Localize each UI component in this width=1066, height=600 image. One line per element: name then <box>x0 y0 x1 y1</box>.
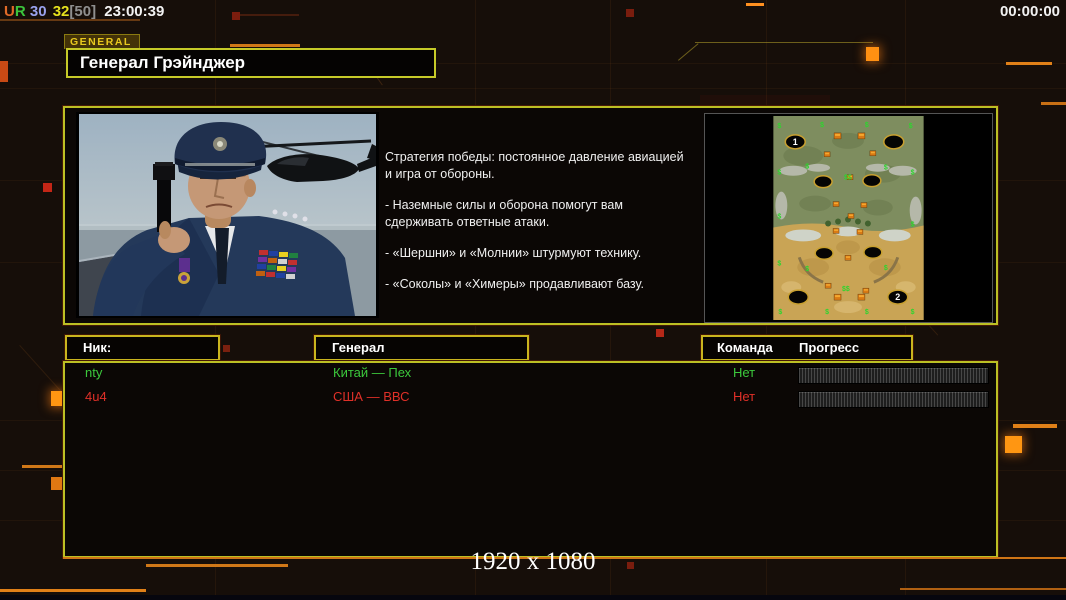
connection-status-readout: UR 30 32[50] 23:00:39 <box>4 3 164 20</box>
svg-text:$: $ <box>777 123 781 130</box>
circuit-dash <box>0 589 146 592</box>
circuit-square <box>1005 436 1022 453</box>
svg-text:$$: $$ <box>842 286 850 293</box>
circuit-square <box>43 183 52 192</box>
general-portrait-frame <box>76 112 379 318</box>
strategy-paragraph: - «Соколы» и «Химеры» продавливают базу. <box>385 277 644 291</box>
player-nick: 4u4 <box>85 389 107 404</box>
circuit-dash <box>233 14 299 16</box>
circuit-square <box>626 9 634 17</box>
general-portrait-image <box>79 114 376 316</box>
circuit-dash <box>900 588 1066 590</box>
strategy-description: Стратегия победы: постоянное давление ав… <box>385 149 703 307</box>
bottom-strip <box>0 595 1066 600</box>
status-token: 30 <box>29 3 47 20</box>
circuit-square <box>656 329 664 337</box>
svg-text:$: $ <box>778 309 782 316</box>
svg-text:$$: $$ <box>844 175 852 182</box>
player-team: Нет <box>733 365 756 380</box>
circuit-square <box>232 12 240 20</box>
header-general: Генерал <box>314 335 529 361</box>
circuit-square <box>0 61 8 82</box>
circuit-square <box>223 345 230 352</box>
header-nick: Ник: <box>65 335 220 361</box>
map-preview-frame: $ $ $ $ $ $ $ $ $$ $ $ $ $ $ $$ $ $ $ $ 1 2 <box>704 113 993 323</box>
header-team-progress: Команда Прогресс <box>701 335 913 361</box>
resolution-label: 1920 x 1080 <box>470 548 596 575</box>
svg-text:$: $ <box>777 170 781 177</box>
svg-text:$: $ <box>805 164 809 171</box>
svg-text:$: $ <box>865 309 869 316</box>
circuit-square <box>866 47 879 61</box>
status-token: U <box>4 3 15 20</box>
player-progress-bar <box>798 367 989 384</box>
general-name: Генерал Грэйнджер <box>80 53 246 72</box>
svg-text:$: $ <box>884 165 888 172</box>
map-preview: $ $ $ $ $ $$ $ $$ $$ $ $$ $$ $ $ $ $ 1 2 <box>773 116 924 320</box>
header-nick-label: Ник: <box>83 340 112 355</box>
circuit-dash <box>230 44 300 47</box>
status-token: [50] <box>69 3 97 20</box>
header-team-label: Команда <box>717 340 773 355</box>
svg-text:$: $ <box>820 122 824 129</box>
general-name-box: Генерал Грэйнджер <box>66 48 436 78</box>
circuit-dash <box>1006 62 1052 65</box>
header-general-label: Генерал <box>332 340 385 355</box>
svg-text:$: $ <box>911 221 915 228</box>
svg-text:$: $ <box>777 213 781 220</box>
svg-text:$: $ <box>911 170 915 177</box>
loading-lobby-screen: UR 30 32[50] 23:00:39 00:00:00 GENERAL Г… <box>0 0 1066 600</box>
strategy-paragraph: Стратегия победы: постоянное давление ав… <box>385 150 684 181</box>
circuit-dash <box>1041 102 1066 105</box>
svg-text:$: $ <box>911 309 915 316</box>
player-general: США — ВВС <box>333 389 410 404</box>
svg-text:$: $ <box>805 266 809 273</box>
general-tab-label: GENERAL <box>64 34 140 49</box>
clock-readout: 23:00:39 <box>104 3 165 20</box>
header-progress-label: Прогресс <box>799 340 860 355</box>
svg-text:$: $ <box>777 260 781 267</box>
player-team: Нет <box>733 389 756 404</box>
circuit-line <box>0 88 1066 89</box>
svg-text:$: $ <box>825 309 829 316</box>
start-position-2: 2 <box>895 292 900 302</box>
svg-text:$: $ <box>909 123 913 130</box>
player-general: Китай — Пех <box>333 365 412 380</box>
svg-text:$: $ <box>884 265 888 272</box>
start-position-1: 1 <box>793 137 798 147</box>
medal <box>178 258 190 284</box>
circuit-dash <box>22 465 67 468</box>
svg-text:$: $ <box>865 122 869 129</box>
circuit-dash <box>746 3 764 6</box>
player-progress-bar <box>798 391 989 408</box>
strategy-paragraph: - Наземные силы и оборона помогут вам сд… <box>385 198 623 229</box>
status-token: R <box>14 3 26 20</box>
circuit-dash <box>1013 424 1057 428</box>
circuit-line <box>695 42 873 43</box>
status-token: 32 <box>52 3 70 20</box>
match-timer: 00:00:00 <box>999 3 1060 20</box>
strategy-paragraph: - «Шершни» и «Молнии» штурмуют технику. <box>385 246 642 260</box>
player-nick: nty <box>85 365 103 380</box>
circuit-line <box>678 43 699 61</box>
